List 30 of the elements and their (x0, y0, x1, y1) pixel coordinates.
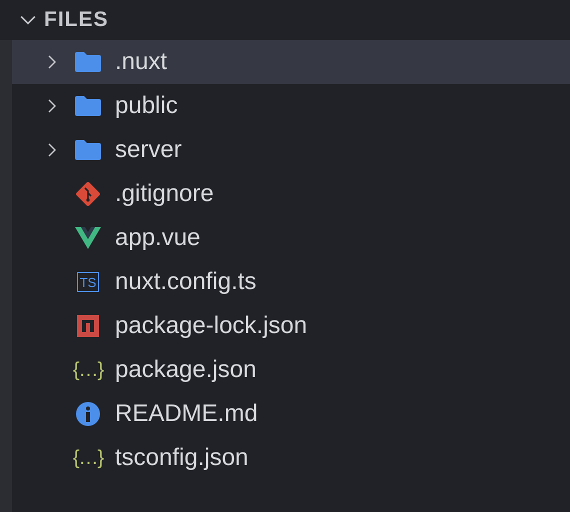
file-name: .nuxt (115, 48, 168, 76)
file-tree-item[interactable]: package-lock.json (12, 304, 570, 348)
typescript-icon: TS (76, 272, 100, 292)
braces-icon: {…} (72, 446, 104, 470)
file-tree-item[interactable]: public (12, 84, 570, 128)
file-name: server (115, 136, 182, 164)
file-name: package-lock.json (115, 312, 308, 340)
folder-icon (74, 139, 102, 161)
file-tree-item[interactable]: server (12, 128, 570, 172)
file-name: .gitignore (115, 180, 214, 208)
braces-icon: {…} (72, 358, 104, 382)
file-name: public (115, 92, 178, 120)
file-name: README.md (115, 400, 258, 428)
file-tree-item[interactable]: {…} package.json (12, 348, 570, 392)
file-tree-item[interactable]: .gitignore (12, 172, 570, 216)
file-name: nuxt.config.ts (115, 268, 256, 296)
file-name: app.vue (115, 224, 200, 252)
vue-icon (74, 226, 102, 250)
file-name: tsconfig.json (115, 444, 248, 472)
file-name: package.json (115, 356, 256, 384)
file-tree-item[interactable]: {…} tsconfig.json (12, 436, 570, 480)
section-title: FILES (44, 8, 109, 32)
npm-icon (76, 314, 100, 338)
file-tree-item[interactable]: .nuxt (12, 40, 570, 84)
folder-icon (74, 95, 102, 117)
file-tree-item[interactable]: README.md (12, 392, 570, 436)
file-tree-item[interactable]: app.vue (12, 216, 570, 260)
file-tree-item[interactable]: TS nuxt.config.ts (12, 260, 570, 304)
info-icon (75, 401, 101, 427)
folder-icon (74, 51, 102, 73)
